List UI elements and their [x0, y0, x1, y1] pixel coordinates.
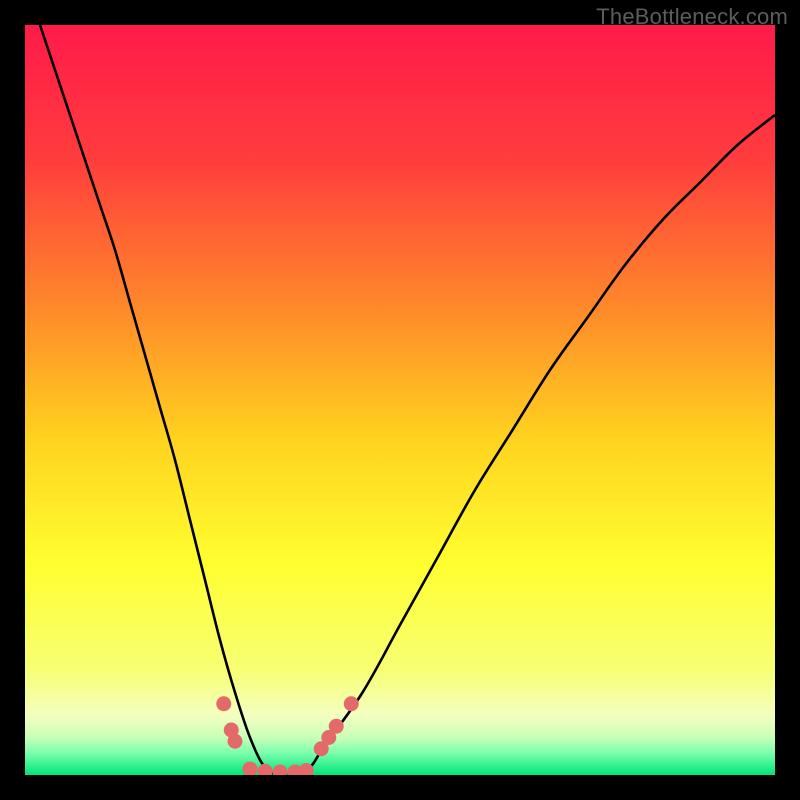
bottleneck-curve	[25, 25, 775, 775]
curve-line	[40, 25, 775, 775]
data-marker	[273, 765, 288, 776]
data-marker	[216, 696, 231, 711]
plot-area	[25, 25, 775, 775]
curve-markers	[216, 696, 359, 775]
data-marker	[228, 734, 243, 749]
data-marker	[243, 762, 258, 776]
data-marker	[329, 719, 344, 734]
data-marker	[258, 764, 273, 775]
data-marker	[344, 696, 359, 711]
watermark-text: TheBottleneck.com	[596, 4, 788, 30]
chart-frame: TheBottleneck.com	[0, 0, 800, 800]
